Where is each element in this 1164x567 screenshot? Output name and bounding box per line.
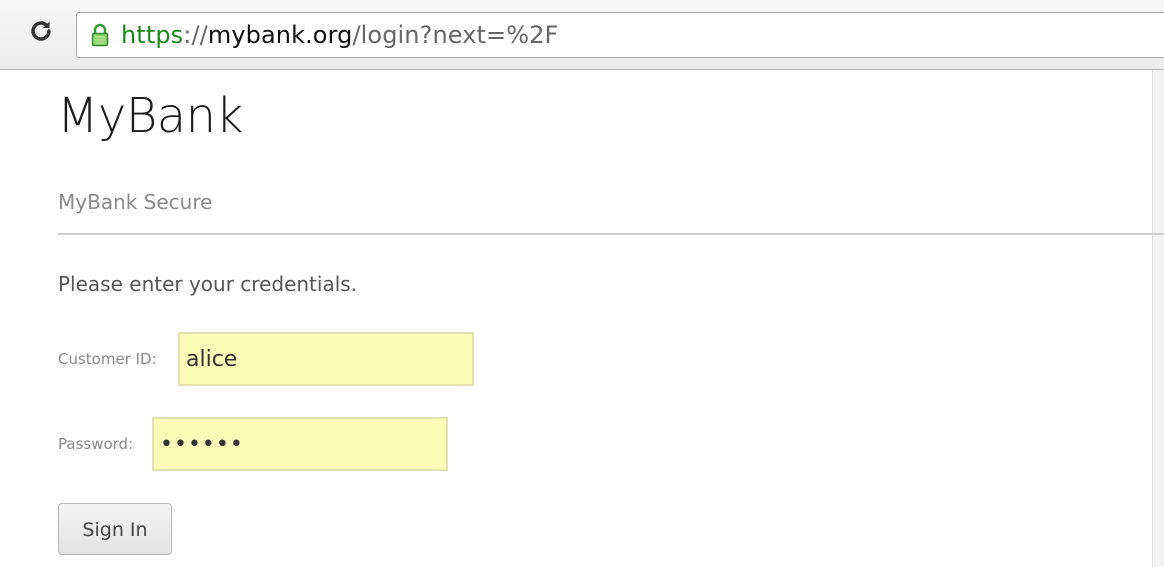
- customer-id-input[interactable]: [178, 332, 474, 386]
- url-separator: ://: [183, 21, 208, 49]
- site-title: MyBank: [57, 88, 243, 144]
- url-path: /login?next=%2F: [352, 21, 559, 49]
- address-bar[interactable]: https://mybank.org/login?next=%2F: [76, 12, 1164, 58]
- url-text[interactable]: https://mybank.org/login?next=%2F: [121, 21, 558, 49]
- site-subtitle: MyBank Secure: [58, 190, 213, 214]
- password-input[interactable]: [152, 417, 448, 471]
- login-page: MyBank MyBank Secure Please enter your c…: [0, 70, 1164, 567]
- url-host: mybank.org: [207, 21, 353, 49]
- page-scrollbar[interactable]: [1152, 70, 1164, 567]
- sign-in-button[interactable]: Sign In: [58, 503, 172, 555]
- reload-icon: [28, 18, 54, 48]
- browser-toolbar: https://mybank.org/login?next=%2F: [0, 0, 1164, 70]
- customer-id-label: Customer ID:: [58, 350, 157, 368]
- login-instructions: Please enter your credentials.: [58, 272, 358, 296]
- lock-icon: [89, 22, 111, 48]
- header-divider: [58, 233, 1164, 235]
- url-scheme: https: [121, 21, 184, 49]
- password-label: Password:: [58, 435, 134, 453]
- reload-button[interactable]: [24, 16, 58, 50]
